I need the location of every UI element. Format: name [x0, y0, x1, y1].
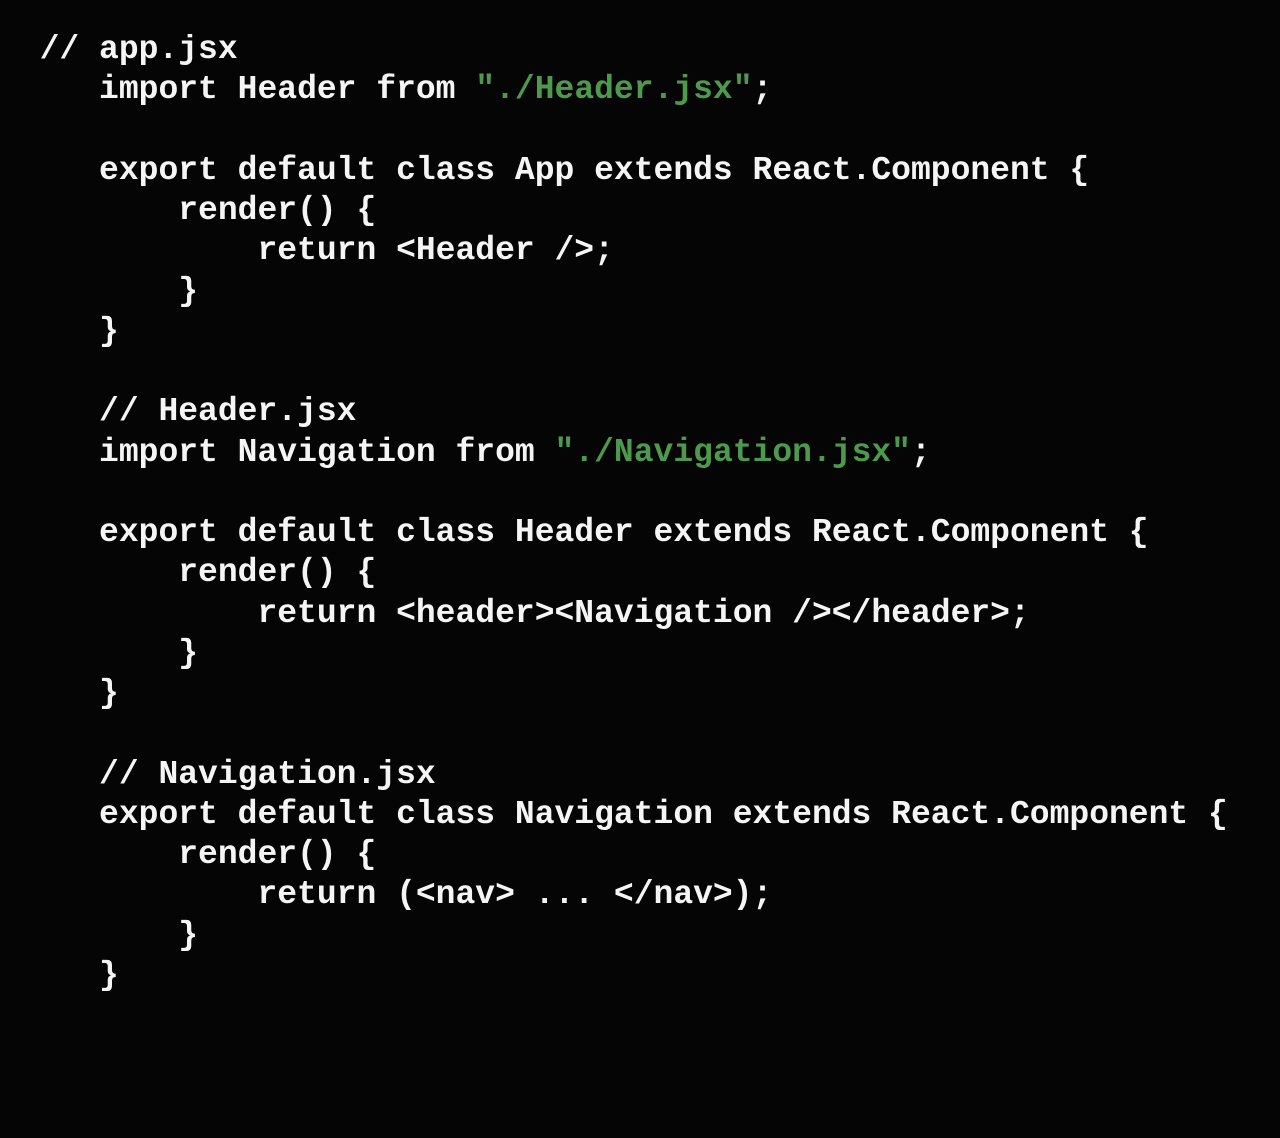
code-token: import Navigation from [0, 434, 555, 471]
code-token: render() { [0, 836, 376, 873]
code-token: ; [911, 434, 931, 471]
code-token: } [0, 313, 119, 350]
code-token: import Header from [0, 71, 475, 108]
code-token: } [0, 957, 119, 994]
code-token: return <header><Navigation /></header>; [0, 595, 1030, 632]
code-token: ; [753, 71, 773, 108]
code-token: } [0, 675, 119, 712]
string-literal: "./Header.jsx" [475, 71, 752, 108]
code-token: export default class Navigation extends … [0, 796, 1228, 833]
code-token: // Navigation.jsx [0, 756, 436, 793]
code-token: } [0, 917, 198, 954]
code-token: export default class App extends React.C… [0, 152, 1089, 189]
code-token: render() { [0, 554, 376, 591]
string-literal: "./Navigation.jsx" [555, 434, 911, 471]
code-token: // Header.jsx [0, 393, 356, 430]
code-token: export default class Header extends Reac… [0, 514, 1149, 551]
code-token: render() { [0, 192, 376, 229]
code-block: // app.jsx import Header from "./Header.… [0, 0, 1280, 996]
code-token: } [0, 635, 198, 672]
code-token: } [0, 273, 198, 310]
code-token: return (<nav> ... </nav>); [0, 876, 772, 913]
code-token: // app.jsx [0, 31, 238, 68]
code-token: return <Header />; [0, 232, 614, 269]
